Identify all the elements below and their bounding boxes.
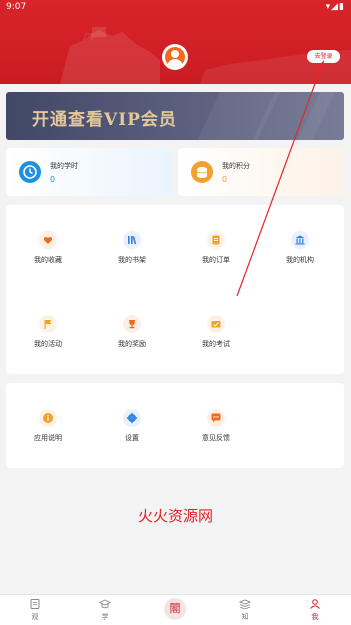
other-menu-card: 应用说明 设置 意见反馈 bbox=[6, 383, 344, 468]
knowledge-icon bbox=[239, 599, 251, 609]
login-button[interactable]: 去登录 bbox=[307, 50, 340, 63]
watch-icon bbox=[30, 599, 40, 609]
points-label: 我的积分 bbox=[222, 162, 250, 170]
study-hours-label: 我的学时 bbox=[50, 162, 78, 170]
avatar[interactable] bbox=[162, 44, 188, 70]
tab-study[interactable]: 学 bbox=[70, 595, 140, 625]
heart-icon bbox=[39, 231, 57, 249]
institution-icon bbox=[291, 231, 309, 249]
points-card[interactable]: 我的积分 0 bbox=[178, 148, 344, 196]
study-hours-card[interactable]: 我的学时 0 bbox=[6, 148, 173, 196]
menu-item-exams[interactable]: 我的考试 bbox=[174, 315, 258, 355]
flag-icon bbox=[39, 315, 57, 333]
status-time: 9:07 bbox=[6, 2, 27, 12]
menu-item-rewards[interactable]: 我的奖励 bbox=[90, 315, 174, 355]
info-icon bbox=[39, 409, 57, 427]
menu-item-activities[interactable]: 我的活动 bbox=[6, 315, 90, 355]
menu-item-bookshelf[interactable]: 我的书架 bbox=[90, 231, 174, 271]
vip-banner[interactable]: 开通查看VIP会员 bbox=[6, 92, 344, 140]
tab-center[interactable]: 閣 bbox=[140, 595, 210, 625]
gear-icon bbox=[123, 409, 141, 427]
feedback-icon bbox=[207, 409, 225, 427]
menu-item-feedback[interactable]: 意见反馈 bbox=[174, 409, 258, 449]
menu-item-orders[interactable]: 我的订单 bbox=[174, 231, 258, 271]
status-bar: 9:07 ▾◢▮ bbox=[0, 0, 351, 14]
user-icon bbox=[165, 47, 185, 67]
bookshelf-icon bbox=[123, 231, 141, 249]
watermark-text: 火火资源网 bbox=[137, 507, 213, 525]
tab-knowledge[interactable]: 知 bbox=[210, 595, 280, 625]
coins-icon bbox=[191, 161, 213, 183]
center-logo-icon: 閣 bbox=[164, 598, 186, 620]
study-hours-value: 0 bbox=[50, 175, 56, 184]
menu-item-institution[interactable]: 我的机构 bbox=[258, 231, 342, 271]
exam-icon bbox=[207, 315, 225, 333]
menu-item-favorites[interactable]: 我的收藏 bbox=[6, 231, 90, 271]
points-value: 0 bbox=[222, 175, 228, 184]
my-menu-card: 我的收藏 我的书架 我的订单 我的机构 我的活动 我的奖励 我的考试 bbox=[6, 205, 344, 374]
trophy-icon bbox=[123, 315, 141, 333]
tab-watch[interactable]: 观 bbox=[0, 595, 70, 625]
menu-item-settings[interactable]: 设置 bbox=[90, 409, 174, 449]
clock-icon bbox=[19, 161, 41, 183]
tab-me[interactable]: 我 bbox=[280, 595, 350, 625]
menu-item-app-info[interactable]: 应用说明 bbox=[6, 409, 90, 449]
status-icons: ▾◢▮ bbox=[325, 2, 345, 12]
order-icon bbox=[207, 231, 225, 249]
me-icon bbox=[310, 599, 320, 609]
vip-banner-text: 开通查看VIP会员 bbox=[32, 110, 177, 130]
study-icon bbox=[99, 599, 111, 609]
bottom-tab-bar: 观 学 閣 知 我 bbox=[0, 594, 351, 625]
